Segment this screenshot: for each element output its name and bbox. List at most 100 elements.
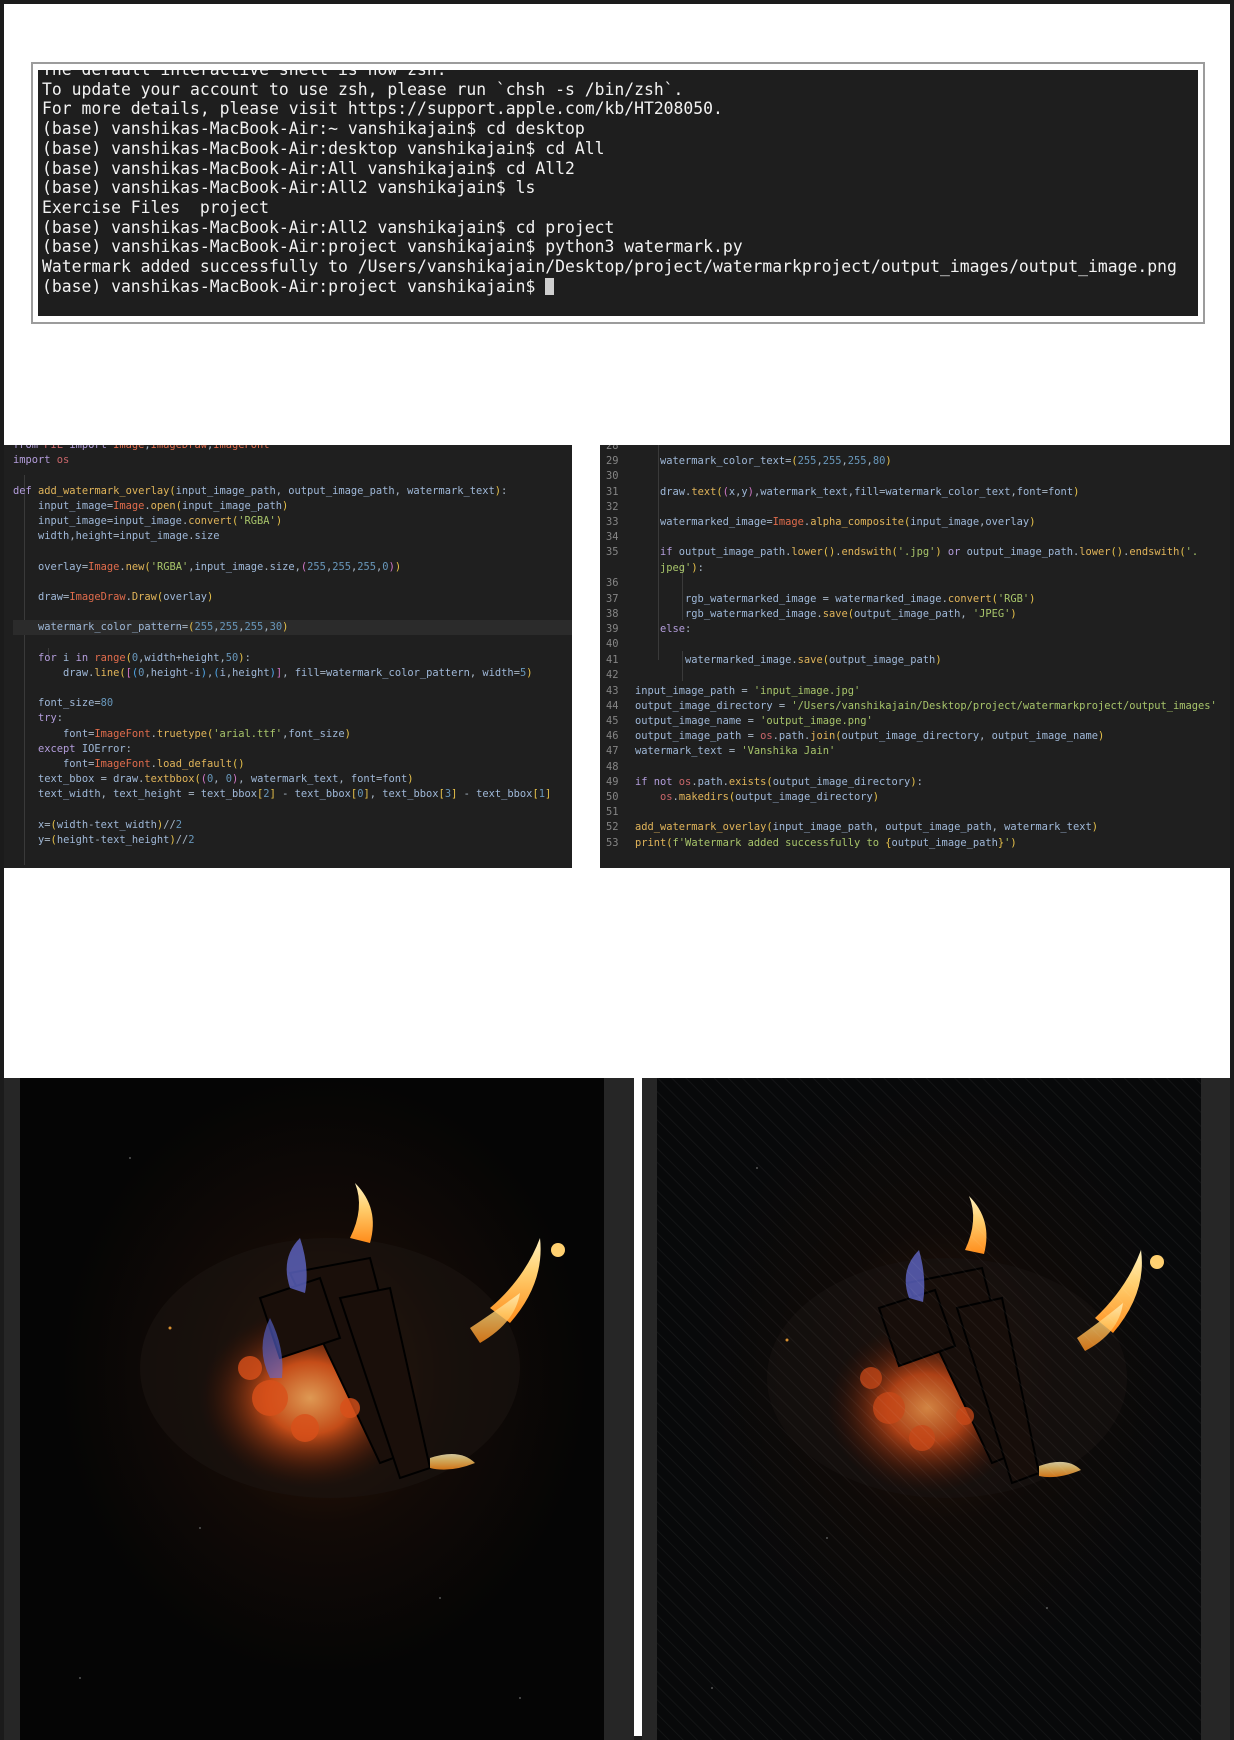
code-token: input_image	[910, 515, 980, 528]
line-number: 42	[606, 669, 619, 682]
code-line: 48	[600, 760, 1230, 775]
code-token: )	[1098, 730, 1105, 743]
line-number: 29	[606, 455, 619, 468]
code-token: f'Watermark added successfully to	[672, 836, 886, 849]
code-token: open	[150, 499, 176, 512]
code-token: width	[482, 666, 514, 679]
code-token: output_image_directory	[841, 730, 980, 743]
code-line: 33 watermarked_image=Image.alpha_composi…	[600, 515, 1230, 530]
code-token: )	[407, 773, 414, 786]
code-token: )	[1010, 607, 1017, 620]
code-text: add_watermark_overlay(input_image_path, …	[635, 820, 1098, 835]
code-token: watermark_color_text	[635, 455, 786, 468]
code-token: 30	[269, 621, 283, 634]
line-number: 34	[606, 531, 619, 544]
code-token: overlay	[163, 590, 207, 603]
code-line: for i in range(0,width+height,50):	[13, 651, 572, 666]
code-token: output_image_path	[635, 730, 742, 743]
code-token: ()	[1110, 546, 1124, 559]
code-token: PIL	[44, 445, 64, 451]
code-token: size	[194, 530, 220, 543]
code-line: width,height=input_image.size	[13, 529, 572, 544]
code-token: text_bbox	[476, 788, 533, 801]
code-token: endswith	[1129, 546, 1180, 559]
code-token: ()	[822, 546, 836, 559]
campfire-photo	[20, 1078, 604, 1740]
line-number: 38	[606, 607, 619, 620]
code-line: import os	[13, 453, 572, 468]
code-token: output_image_path	[853, 607, 961, 620]
code-token: convert	[947, 592, 992, 605]
code-text: watermarked_image=Image.alpha_composite(…	[635, 515, 1035, 530]
code-token: text_bbox	[294, 788, 351, 801]
code-line: def add_watermark_overlay(input_image_pa…	[13, 484, 572, 499]
code-token: ,	[100, 788, 114, 801]
code-token: =	[741, 730, 761, 743]
code-line: 30	[600, 469, 1230, 484]
code-token: draw	[635, 485, 686, 498]
code-token: 50	[225, 651, 239, 664]
code-token: os	[678, 775, 692, 788]
code-token: width	[13, 530, 70, 543]
code-token: exists	[728, 775, 767, 788]
code-token: output_image_path	[885, 821, 992, 834]
code-token: Image	[113, 445, 145, 451]
code-token: Image	[772, 515, 804, 528]
code-token: alpha_composite	[810, 515, 905, 528]
code-token: height	[75, 530, 114, 543]
line-number: 28	[606, 445, 619, 452]
code-token: input_image_path	[772, 821, 873, 834]
code-token: )	[344, 727, 351, 740]
line-number: 51	[606, 806, 619, 819]
code-token: 'RGB'	[997, 592, 1030, 605]
code-token: output_image_name	[635, 715, 742, 727]
code-token: 'RGBA'	[150, 560, 189, 573]
code-line: 50 os.makedirs(output_image_directory)	[600, 790, 1230, 805]
code-token: output_image_name	[991, 730, 1099, 743]
code-token: 255	[194, 621, 214, 634]
code-token: new	[125, 560, 145, 573]
code-line: text_bbox = draw.textbbox((0, 0), waterm…	[13, 772, 572, 787]
image-viewer-left	[4, 1078, 634, 1740]
line-number: 32	[606, 500, 619, 513]
code-token: =	[94, 773, 114, 786]
code-token: output_image_directory	[735, 790, 873, 803]
terminal-line: The default interactive shell is now zsh…	[42, 70, 1198, 80]
code-token: 2	[175, 818, 182, 831]
code-token: overlay	[985, 515, 1030, 528]
code-line: watermark_color_pattern=(255,255,255,30)	[13, 620, 572, 636]
terminal-window[interactable]: The default interactive shell is now zsh…	[38, 70, 1198, 316]
code-token: =	[735, 684, 754, 697]
code-token: draw	[13, 590, 64, 603]
line-number: 45	[606, 715, 619, 727]
terminal-line: (base) vanshikas-MacBook-Air:All2 vanshi…	[42, 178, 536, 198]
code-token: ,	[979, 730, 992, 743]
code-text: os.makedirs(output_image_directory)	[635, 790, 879, 805]
code-token: text_width	[94, 818, 157, 831]
code-token: 255	[244, 621, 264, 634]
code-token: 255	[797, 455, 817, 468]
code-token: ImageDraw	[150, 445, 207, 451]
code-token: ,	[394, 484, 408, 497]
code-token: height	[56, 833, 95, 846]
code-token: input_image	[13, 514, 107, 527]
line-number: 36	[606, 576, 619, 589]
code-text: rgb_watermarked_image.save(output_image_…	[635, 607, 1017, 622]
code-token: text	[691, 485, 717, 498]
code-token: load_default	[156, 757, 232, 770]
code-token: '.	[1185, 546, 1199, 559]
line-number: 31	[606, 485, 619, 498]
code-token: makedirs	[678, 790, 729, 803]
code-token: font	[1016, 485, 1042, 498]
code-token: )	[238, 757, 245, 770]
code-token: path	[697, 775, 723, 788]
code-token: 'arial.ttf'	[213, 727, 283, 740]
code-editor-left[interactable]: ✦ from PIL import Image,ImageDraw,ImageF…	[4, 445, 572, 868]
code-token: -	[457, 788, 477, 801]
code-token: save	[797, 654, 823, 667]
code-editor-right[interactable]: 28 29 watermark_color_text=(255,255,255,8…	[600, 445, 1230, 868]
code-token: =	[816, 592, 836, 605]
